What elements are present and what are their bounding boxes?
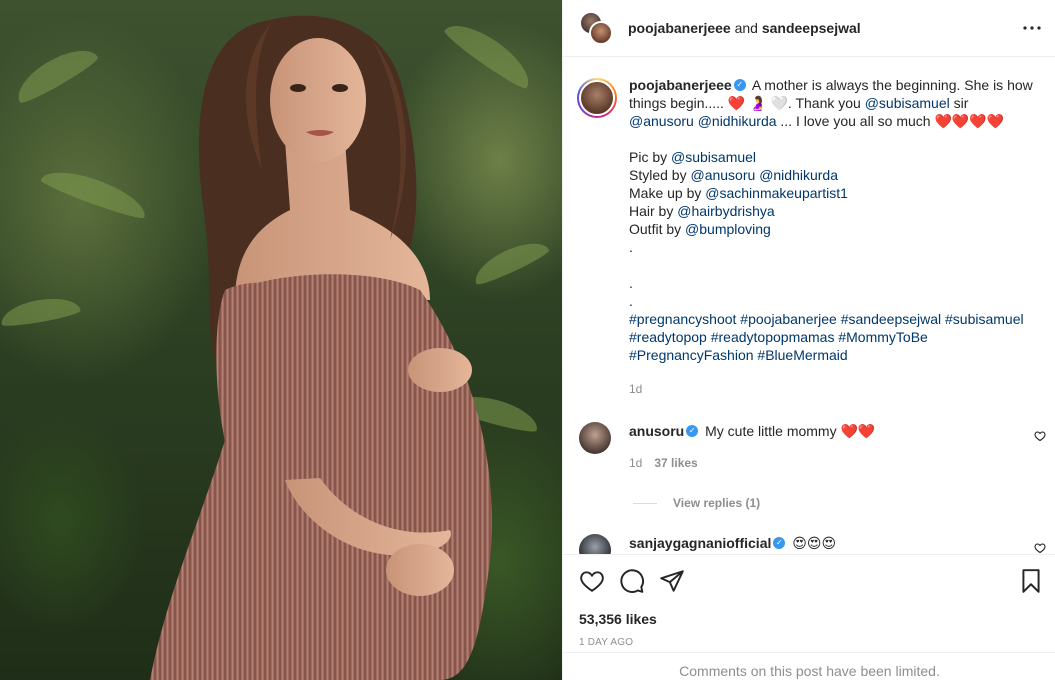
comments-scroll-area[interactable]: poojabanerjeee ✓ A mother is always the b… bbox=[563, 58, 1055, 554]
comment-username[interactable]: anusoru bbox=[629, 423, 684, 439]
heart-icon[interactable] bbox=[1034, 542, 1046, 554]
comment-time[interactable]: 1d bbox=[629, 456, 642, 470]
dot-line: . bbox=[629, 275, 633, 291]
post-date[interactable]: 1 DAY AGO bbox=[563, 637, 1055, 648]
avatar[interactable] bbox=[579, 422, 611, 454]
caption-line: poojabanerjeee ✓ A mother is always the b… bbox=[629, 76, 1036, 130]
comments-limited-notice: Comments on this post have been limited. bbox=[563, 652, 1055, 680]
hashtags[interactable]: #pregnancyshoot #poojabanerjee #sandeeps… bbox=[629, 310, 1036, 328]
credit-line: Hair by @hairbydrishya bbox=[629, 202, 1036, 220]
mention-link[interactable]: @subisamuel bbox=[671, 149, 756, 165]
bookmark-icon[interactable] bbox=[1018, 568, 1044, 594]
comment-emoji: ❤️❤️ bbox=[840, 423, 876, 439]
mention-link[interactable]: @nidhikurda bbox=[759, 167, 838, 183]
caption-text: sir bbox=[949, 95, 969, 111]
comment-body: anusoru ✓ My cute little mommy ❤️❤️ bbox=[629, 422, 1010, 440]
avatar bbox=[589, 21, 613, 45]
post-details-panel: poojabanerjeee and sandeepsejwal poojaba… bbox=[562, 0, 1055, 680]
author-username[interactable]: poojabanerjeee bbox=[628, 20, 731, 36]
caption-emoji: ❤️❤️❤️❤️ bbox=[934, 113, 1005, 129]
comment-emoji: 😍😍😍 bbox=[792, 535, 837, 551]
mention-link[interactable]: @subisamuel bbox=[865, 95, 950, 111]
caption-timestamp[interactable]: 1d bbox=[629, 380, 1036, 398]
mention-link[interactable]: @hairbydrishya bbox=[677, 203, 774, 219]
heart-icon[interactable] bbox=[1034, 430, 1046, 442]
caption-avatar[interactable] bbox=[577, 78, 617, 118]
mention-link[interactable]: @nidhikurda bbox=[698, 113, 777, 129]
view-replies-label: View replies (1) bbox=[673, 496, 761, 510]
view-replies-button[interactable]: View replies (1) bbox=[633, 496, 1055, 510]
post-actions: 53,356 likes 1 DAY AGO bbox=[563, 554, 1055, 648]
comment-body: sanjaygagnaniofficial ✓ 😍😍😍 bbox=[629, 534, 1010, 552]
mention-link[interactable]: @sachinmakeupartist1 bbox=[705, 185, 848, 201]
caption-text: . Thank you bbox=[787, 95, 865, 111]
comment-item: anusoru ✓ My cute little mommy ❤️❤️ 1d 37 … bbox=[563, 422, 1055, 472]
comment-username[interactable]: sanjaygagnaniofficial bbox=[629, 535, 771, 551]
action-bar bbox=[563, 555, 1055, 607]
comment-text: My cute little mommy bbox=[701, 423, 841, 439]
comment-meta: 1d 37 likes bbox=[629, 454, 1010, 472]
collab-authors: poojabanerjeee and sandeepsejwal bbox=[628, 20, 861, 36]
comment-icon[interactable] bbox=[619, 568, 645, 594]
heart-icon[interactable] bbox=[579, 568, 605, 594]
hashtags[interactable]: #PregnancyFashion #BlueMermaid bbox=[629, 346, 1036, 364]
dot-line: . bbox=[629, 293, 633, 309]
verified-badge-icon: ✓ bbox=[733, 79, 746, 92]
like-count[interactable]: 53,356 likes bbox=[563, 611, 1055, 627]
credit-line: Outfit by @bumploving bbox=[629, 220, 1036, 238]
credit-label: Make up by bbox=[629, 185, 706, 201]
credit-label: Hair by bbox=[629, 203, 678, 219]
caption-username[interactable]: poojabanerjeee bbox=[629, 77, 732, 93]
avatar[interactable] bbox=[579, 534, 611, 554]
hashtags[interactable]: #readytopop #readytopopmamas #MommyToBe bbox=[629, 328, 1036, 346]
more-horizontal-icon bbox=[1023, 26, 1041, 30]
divider bbox=[633, 502, 657, 504]
credit-line: Make up by @sachinmakeupartist1 bbox=[629, 184, 1036, 202]
post-photo[interactable] bbox=[0, 0, 562, 680]
comment-item: sanjaygagnaniofficial ✓ 😍😍😍 bbox=[563, 534, 1055, 554]
caption-emoji: ❤️ 🤰 🤍 bbox=[727, 95, 788, 111]
comment-likes[interactable]: 37 likes bbox=[654, 456, 697, 470]
credit-label: Outfit by bbox=[629, 221, 686, 237]
credit-line: Pic by @subisamuel bbox=[629, 148, 1036, 166]
credit-label: Styled by bbox=[629, 167, 691, 183]
credit-label: Pic by bbox=[629, 149, 672, 165]
post-caption: poojabanerjeee ✓ A mother is always the b… bbox=[563, 58, 1055, 398]
verified-badge-icon: ✓ bbox=[773, 537, 786, 550]
mention-link[interactable]: @anusoru bbox=[629, 113, 694, 129]
more-options-button[interactable] bbox=[1020, 16, 1044, 40]
caption-text: ... I love you all so much bbox=[776, 113, 935, 129]
woman-figure bbox=[150, 15, 492, 680]
mention-link[interactable]: @bumploving bbox=[685, 221, 771, 237]
collab-avatars[interactable] bbox=[579, 11, 613, 45]
mention-link[interactable]: @anusoru bbox=[690, 167, 755, 183]
post-header: poojabanerjeee and sandeepsejwal bbox=[563, 0, 1055, 57]
joiner-text: and bbox=[734, 20, 758, 36]
dot-line: . bbox=[629, 239, 633, 255]
instagram-post: poojabanerjeee and sandeepsejwal poojaba… bbox=[0, 0, 1055, 680]
coauthor-username[interactable]: sandeepsejwal bbox=[762, 20, 861, 36]
credit-line: Styled by @anusoru @nidhikurda bbox=[629, 166, 1036, 184]
share-icon[interactable] bbox=[659, 568, 685, 594]
verified-badge-icon: ✓ bbox=[686, 425, 699, 438]
